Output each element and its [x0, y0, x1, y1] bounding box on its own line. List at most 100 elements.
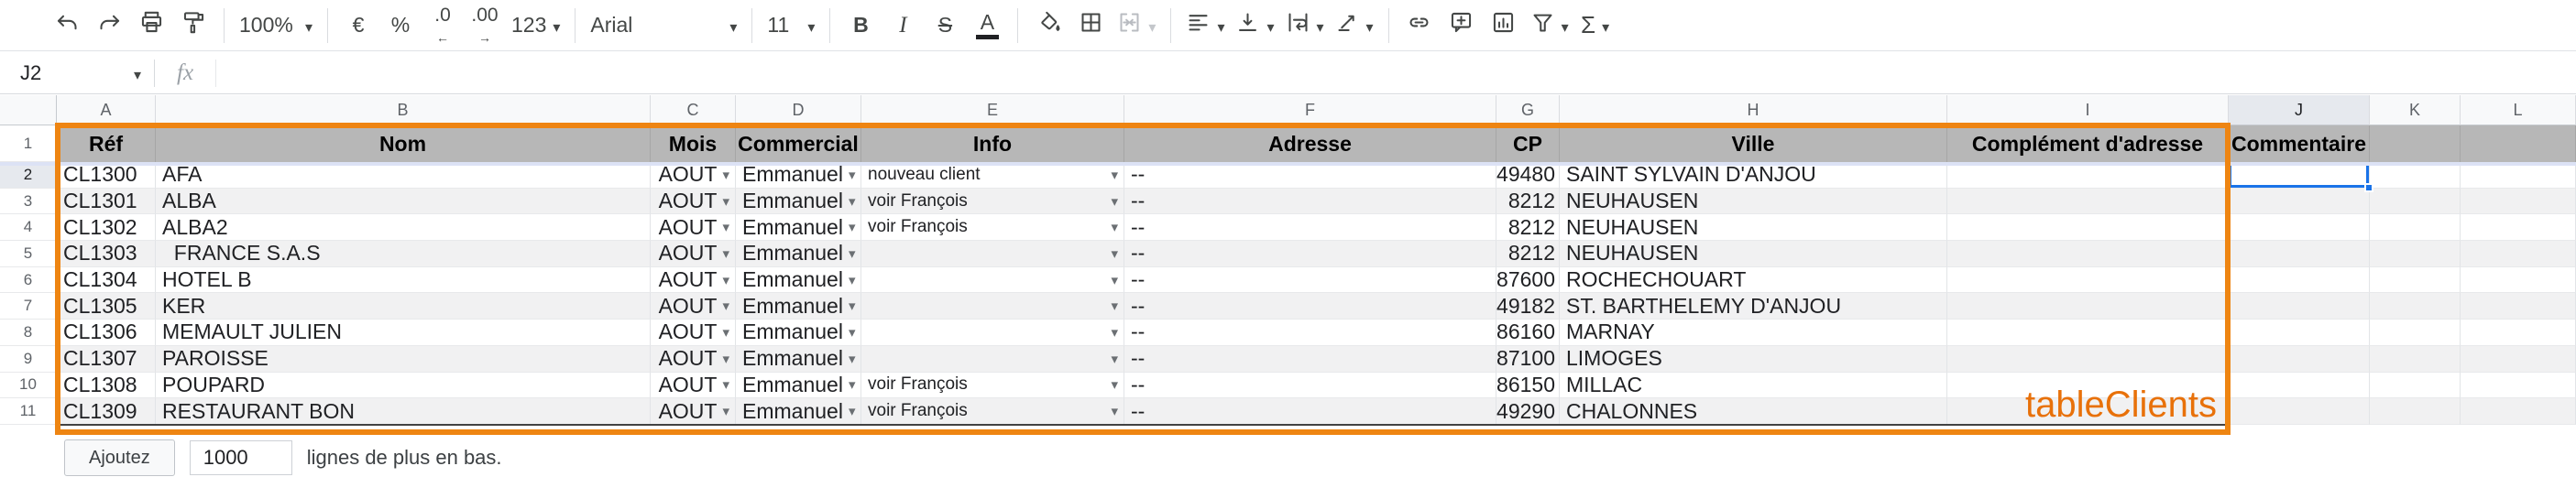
dropdown-arrow-icon[interactable]: ▾: [722, 376, 729, 393]
dropdown-arrow-icon[interactable]: ▾: [722, 193, 729, 210]
cell-F9[interactable]: --: [1124, 345, 1496, 373]
cell-H6[interactable]: ROCHECHOUART: [1560, 266, 1947, 294]
dropdown-arrow-icon[interactable]: ▾: [849, 403, 856, 419]
cell-D3[interactable]: Emmanuel ▾: [736, 188, 861, 215]
cell-I3[interactable]: [1947, 188, 2229, 215]
row-header-8[interactable]: 8: [0, 320, 57, 346]
cell-G2[interactable]: 49480: [1496, 162, 1560, 189]
cell-E11[interactable]: voir François ▾: [861, 398, 1124, 425]
cell-D11[interactable]: Emmanuel ▾: [736, 398, 861, 425]
cell-I6[interactable]: [1947, 266, 2229, 294]
row-header-5[interactable]: 5: [0, 241, 57, 267]
cell-G11[interactable]: 49290: [1496, 398, 1560, 425]
cell-B5[interactable]: FRANCE S.A.S: [156, 241, 651, 267]
dropdown-arrow-icon[interactable]: ▾: [722, 298, 729, 314]
cell-B2[interactable]: AFA: [156, 162, 651, 189]
font-size-select[interactable]: 11: [762, 5, 820, 46]
cell-J4[interactable]: [2229, 214, 2370, 242]
more-formats-button[interactable]: 123: [506, 5, 565, 46]
paint-format-button[interactable]: [172, 5, 214, 46]
dropdown-arrow-icon[interactable]: ▾: [1111, 219, 1118, 235]
cell-H8[interactable]: MARNAY: [1560, 320, 1947, 346]
undo-button[interactable]: [46, 5, 88, 46]
cell-J5[interactable]: [2229, 241, 2370, 267]
cell-E8[interactable]: ▾: [861, 320, 1124, 346]
dropdown-arrow-icon[interactable]: ▾: [1111, 193, 1118, 210]
cell-C6[interactable]: AOUT ▾: [651, 266, 736, 294]
dropdown-arrow-icon[interactable]: ▾: [1111, 272, 1118, 288]
row-header-4[interactable]: 4: [0, 214, 57, 242]
print-button[interactable]: [130, 5, 172, 46]
cell-J11[interactable]: [2229, 398, 2370, 425]
cell-C9[interactable]: AOUT ▾: [651, 345, 736, 373]
cell-J8[interactable]: [2229, 320, 2370, 346]
cell-J9[interactable]: [2229, 345, 2370, 373]
cell-E3[interactable]: voir François ▾: [861, 188, 1124, 215]
row-header-1[interactable]: 1: [0, 125, 57, 162]
cell-G4[interactable]: 8212: [1496, 214, 1560, 242]
selected-cell cell-J2[interactable]: [2229, 162, 2373, 192]
cell-K8[interactable]: [2370, 320, 2461, 346]
column-header-L[interactable]: L: [2461, 95, 2576, 125]
dropdown-arrow-icon[interactable]: ▾: [722, 403, 729, 419]
cell-F5[interactable]: --: [1124, 241, 1496, 267]
cell-D6[interactable]: Emmanuel ▾: [736, 266, 861, 294]
dropdown-arrow-icon[interactable]: ▾: [849, 272, 856, 288]
font-select[interactable]: Arial: [585, 5, 742, 46]
header-cell-I[interactable]: Complément d'adresse: [1947, 125, 2229, 162]
cell-A10[interactable]: CL1308: [57, 372, 156, 399]
header-cell-A[interactable]: Réf: [57, 125, 156, 162]
cell-K10[interactable]: [2370, 372, 2461, 399]
cell-D8[interactable]: Emmanuel ▾: [736, 320, 861, 346]
dropdown-arrow-icon[interactable]: ▾: [1111, 298, 1118, 314]
cell-F10[interactable]: --: [1124, 372, 1496, 399]
cell-A11[interactable]: CL1309: [57, 398, 156, 425]
cell-F4[interactable]: --: [1124, 214, 1496, 242]
cell-L5[interactable]: [2461, 241, 2576, 267]
cell-F8[interactable]: --: [1124, 320, 1496, 346]
cell-E6[interactable]: ▾: [861, 266, 1124, 294]
cell-G10[interactable]: 86150: [1496, 372, 1560, 399]
cell-B4[interactable]: ALBA2: [156, 214, 651, 242]
row-header-2[interactable]: 2: [0, 162, 57, 189]
functions-button[interactable]: Σ: [1574, 5, 1617, 46]
redo-button[interactable]: [88, 5, 130, 46]
header-cell-H[interactable]: Ville: [1560, 125, 1947, 162]
cell-H9[interactable]: LIMOGES: [1560, 345, 1947, 373]
insert-link-button[interactable]: [1398, 5, 1441, 46]
column-header-K[interactable]: K: [2370, 95, 2461, 125]
column-header-E[interactable]: E: [861, 95, 1124, 125]
select-all-corner[interactable]: [0, 95, 57, 125]
cell-H3[interactable]: NEUHAUSEN: [1560, 188, 1947, 215]
cell-A2[interactable]: CL1300: [57, 162, 156, 189]
cell-C3[interactable]: AOUT ▾: [651, 188, 736, 215]
cell-B8[interactable]: MEMAULT JULIEN: [156, 320, 651, 346]
strikethrough-button[interactable]: S: [924, 5, 966, 46]
dropdown-arrow-icon[interactable]: ▾: [1111, 324, 1118, 341]
row-header-3[interactable]: 3: [0, 188, 57, 215]
row-header-7[interactable]: 7: [0, 293, 57, 320]
cell-B6[interactable]: HOTEL B: [156, 266, 651, 294]
add-rows-count-input[interactable]: [189, 440, 292, 475]
cell-G8[interactable]: 86160: [1496, 320, 1560, 346]
cell-K11[interactable]: [2370, 398, 2461, 425]
cell-G3[interactable]: 8212: [1496, 188, 1560, 215]
cell-A4[interactable]: CL1302: [57, 214, 156, 242]
cell-D4[interactable]: Emmanuel ▾: [736, 214, 861, 242]
dropdown-arrow-icon[interactable]: ▾: [722, 324, 729, 341]
header-cell-C[interactable]: Mois: [651, 125, 736, 162]
cell-C10[interactable]: AOUT ▾: [651, 372, 736, 399]
cell-C2[interactable]: AOUT ▾: [651, 162, 736, 189]
cell-E7[interactable]: ▾: [861, 293, 1124, 320]
dropdown-arrow-icon[interactable]: ▾: [1111, 403, 1118, 419]
cell-A7[interactable]: CL1305: [57, 293, 156, 320]
cell-A5[interactable]: CL1303: [57, 241, 156, 267]
cell-J3[interactable]: [2229, 188, 2370, 215]
cell-F3[interactable]: --: [1124, 188, 1496, 215]
header-cell-L[interactable]: [2461, 125, 2576, 162]
cell-A8[interactable]: CL1306: [57, 320, 156, 346]
format-percent-button[interactable]: %: [379, 5, 422, 46]
cell-B7[interactable]: KER: [156, 293, 651, 320]
horizontal-align-button[interactable]: [1180, 5, 1230, 46]
cell-G5[interactable]: 8212: [1496, 241, 1560, 267]
